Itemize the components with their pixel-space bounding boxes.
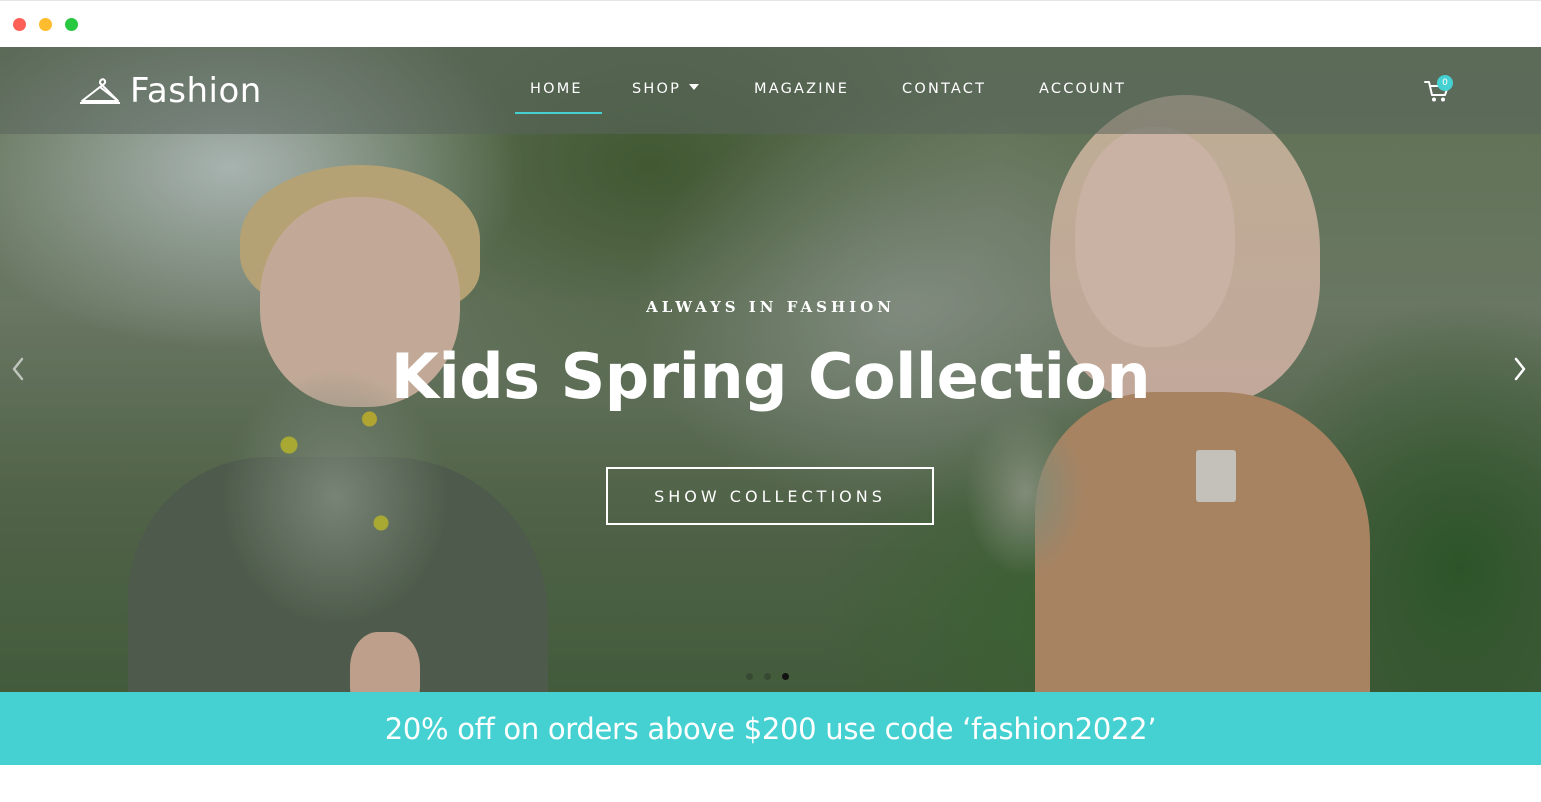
promo-banner: 20% off on orders above $200 use code ‘f… <box>0 692 1541 765</box>
hero-title: Kids Spring Collection <box>390 340 1151 413</box>
nav-home[interactable]: HOME <box>530 81 583 97</box>
site-header: Fashion HOME SHOP MAGAZINE CONTACT ACCOU… <box>0 47 1541 134</box>
chevron-right-icon[interactable] <box>1512 355 1528 383</box>
caret-down-icon <box>689 84 700 90</box>
nav-shop-label: SHOP <box>632 81 682 97</box>
nav-magazine[interactable]: MAGAZINE <box>754 81 849 97</box>
slide-dot-3[interactable] <box>782 673 789 680</box>
slide-dot-1[interactable] <box>746 673 753 680</box>
maximize-window-button[interactable] <box>65 18 78 31</box>
hanger-icon <box>80 78 120 104</box>
show-collections-button[interactable]: SHOW COLLECTIONS <box>606 467 934 525</box>
nav-active-indicator <box>515 112 602 114</box>
hero-kicker: ALWAYS IN FASHION <box>646 298 895 316</box>
brand-name: Fashion <box>130 71 262 111</box>
minimize-window-button[interactable] <box>39 18 52 31</box>
nav-shop[interactable]: SHOP <box>632 81 700 97</box>
slide-dot-2[interactable] <box>764 673 771 680</box>
slider-pagination <box>746 673 789 680</box>
nav-contact[interactable]: CONTACT <box>902 81 986 97</box>
site-logo[interactable]: Fashion <box>78 71 262 111</box>
promo-text: 20% off on orders above $200 use code ‘f… <box>384 711 1157 746</box>
close-window-button[interactable] <box>13 18 26 31</box>
chevron-left-icon[interactable] <box>10 355 26 383</box>
cart-count-badge: 0 <box>1437 75 1453 91</box>
browser-titlebar <box>0 0 1541 47</box>
nav-account[interactable]: ACCOUNT <box>1039 81 1126 97</box>
